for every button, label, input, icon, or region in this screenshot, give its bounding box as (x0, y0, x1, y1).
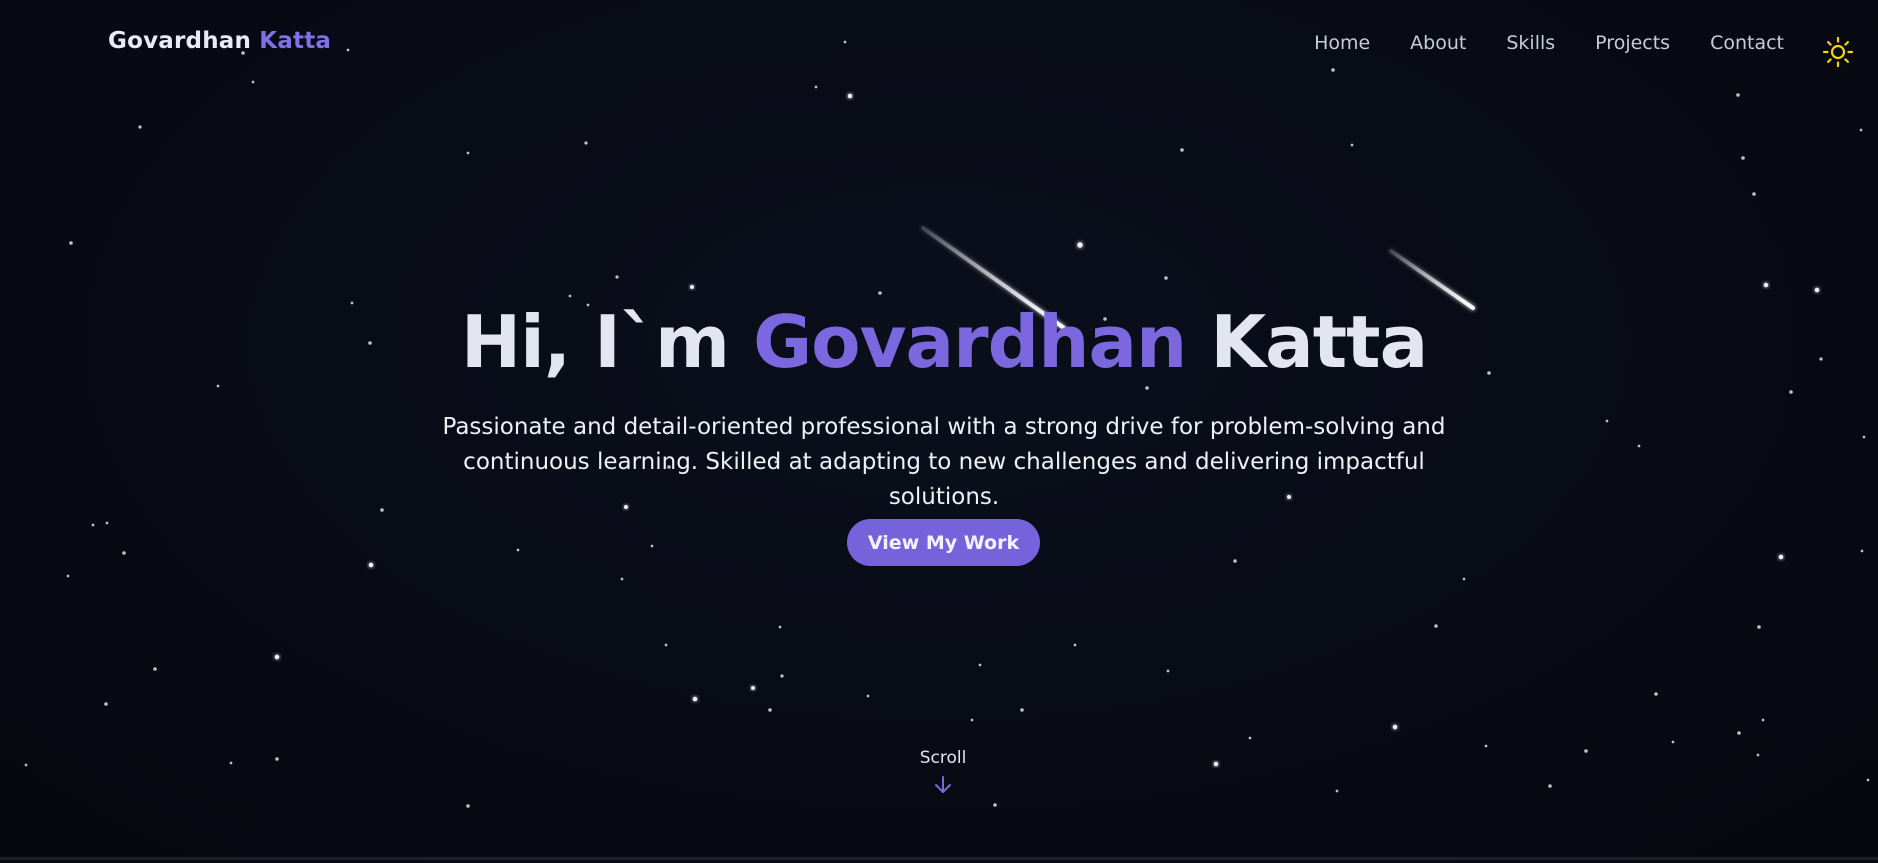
star (780, 674, 784, 678)
star (466, 151, 470, 155)
star (91, 523, 95, 527)
sun-icon (1822, 36, 1854, 68)
site-header: Govardhan Katta Home About Skills Projec… (0, 0, 1878, 92)
star (1213, 761, 1219, 767)
star (690, 285, 694, 289)
star (615, 275, 619, 279)
star (1637, 444, 1641, 448)
logo-first-name: Govardhan (108, 28, 252, 54)
star (1859, 128, 1863, 132)
nav-skills[interactable]: Skills (1506, 32, 1555, 54)
star (1761, 718, 1765, 722)
star (970, 718, 974, 722)
star (1741, 156, 1745, 160)
star (1757, 625, 1761, 629)
star (1778, 554, 1784, 560)
site-logo[interactable]: Govardhan Katta (108, 28, 331, 54)
star (568, 294, 572, 298)
star (1392, 724, 1398, 730)
star (1145, 386, 1149, 390)
star (1756, 753, 1760, 757)
star (584, 141, 588, 145)
star (664, 643, 668, 647)
star (1077, 242, 1083, 248)
star (69, 241, 73, 245)
star (1605, 419, 1609, 423)
star (1737, 731, 1741, 735)
star (1671, 740, 1675, 744)
star (66, 574, 70, 578)
hero-last-name: Katta (1210, 300, 1428, 384)
star (650, 544, 654, 548)
hero-first-name: Govardhan (753, 300, 1187, 384)
star (768, 708, 772, 712)
star (368, 562, 374, 568)
star (1335, 789, 1339, 793)
star (1789, 390, 1793, 394)
hero-greeting: Hi, I`m (460, 300, 730, 384)
theme-toggle-button[interactable] (1822, 36, 1854, 68)
star (104, 702, 108, 706)
arrow-down-icon (935, 776, 951, 793)
star (1736, 93, 1740, 97)
star (24, 763, 28, 767)
star (866, 694, 870, 698)
logo-last-name: Katta (259, 28, 332, 54)
main-nav: Home About Skills Projects Contact (1314, 32, 1784, 54)
star (751, 686, 755, 690)
star (847, 93, 853, 99)
view-my-work-button[interactable]: View My Work (847, 519, 1040, 566)
star (1233, 559, 1237, 563)
star (516, 548, 520, 552)
star (692, 696, 698, 702)
star (229, 761, 233, 765)
nav-contact[interactable]: Contact (1710, 32, 1784, 54)
star (1164, 276, 1168, 280)
nav-home[interactable]: Home (1314, 32, 1370, 54)
star (153, 667, 157, 671)
star (380, 508, 384, 512)
star (1584, 749, 1588, 753)
star (1248, 736, 1252, 740)
nav-about[interactable]: About (1410, 32, 1466, 54)
hero-description: Passionate and detail-oriented professio… (442, 414, 1446, 510)
star (878, 291, 882, 295)
scroll-indicator[interactable]: Scroll (893, 748, 993, 796)
star (1180, 148, 1184, 152)
star (1484, 744, 1488, 748)
star (993, 803, 997, 807)
star (122, 551, 126, 555)
hero-title: Hi, I`m Govardhan Katta (0, 300, 1878, 384)
nav-projects[interactable]: Projects (1595, 32, 1670, 54)
star (105, 521, 109, 525)
star (1654, 692, 1658, 696)
star (1814, 287, 1820, 293)
star (1763, 282, 1769, 288)
star (1166, 669, 1170, 673)
star (1860, 549, 1864, 553)
star (620, 577, 624, 581)
scroll-label: Scroll (919, 748, 967, 768)
star (1350, 143, 1354, 147)
star (1073, 643, 1077, 647)
star (1020, 708, 1024, 712)
star (274, 654, 280, 660)
star (275, 757, 279, 761)
star (778, 625, 782, 629)
star (1752, 192, 1756, 196)
star (466, 804, 470, 808)
star (978, 663, 982, 667)
hero-section: Govardhan Katta Home About Skills Projec… (0, 0, 1878, 860)
star (1866, 778, 1870, 782)
star (1548, 784, 1552, 788)
star (138, 125, 142, 129)
star (1462, 577, 1466, 581)
star (1862, 435, 1866, 439)
star (216, 384, 220, 388)
star (1434, 624, 1438, 628)
